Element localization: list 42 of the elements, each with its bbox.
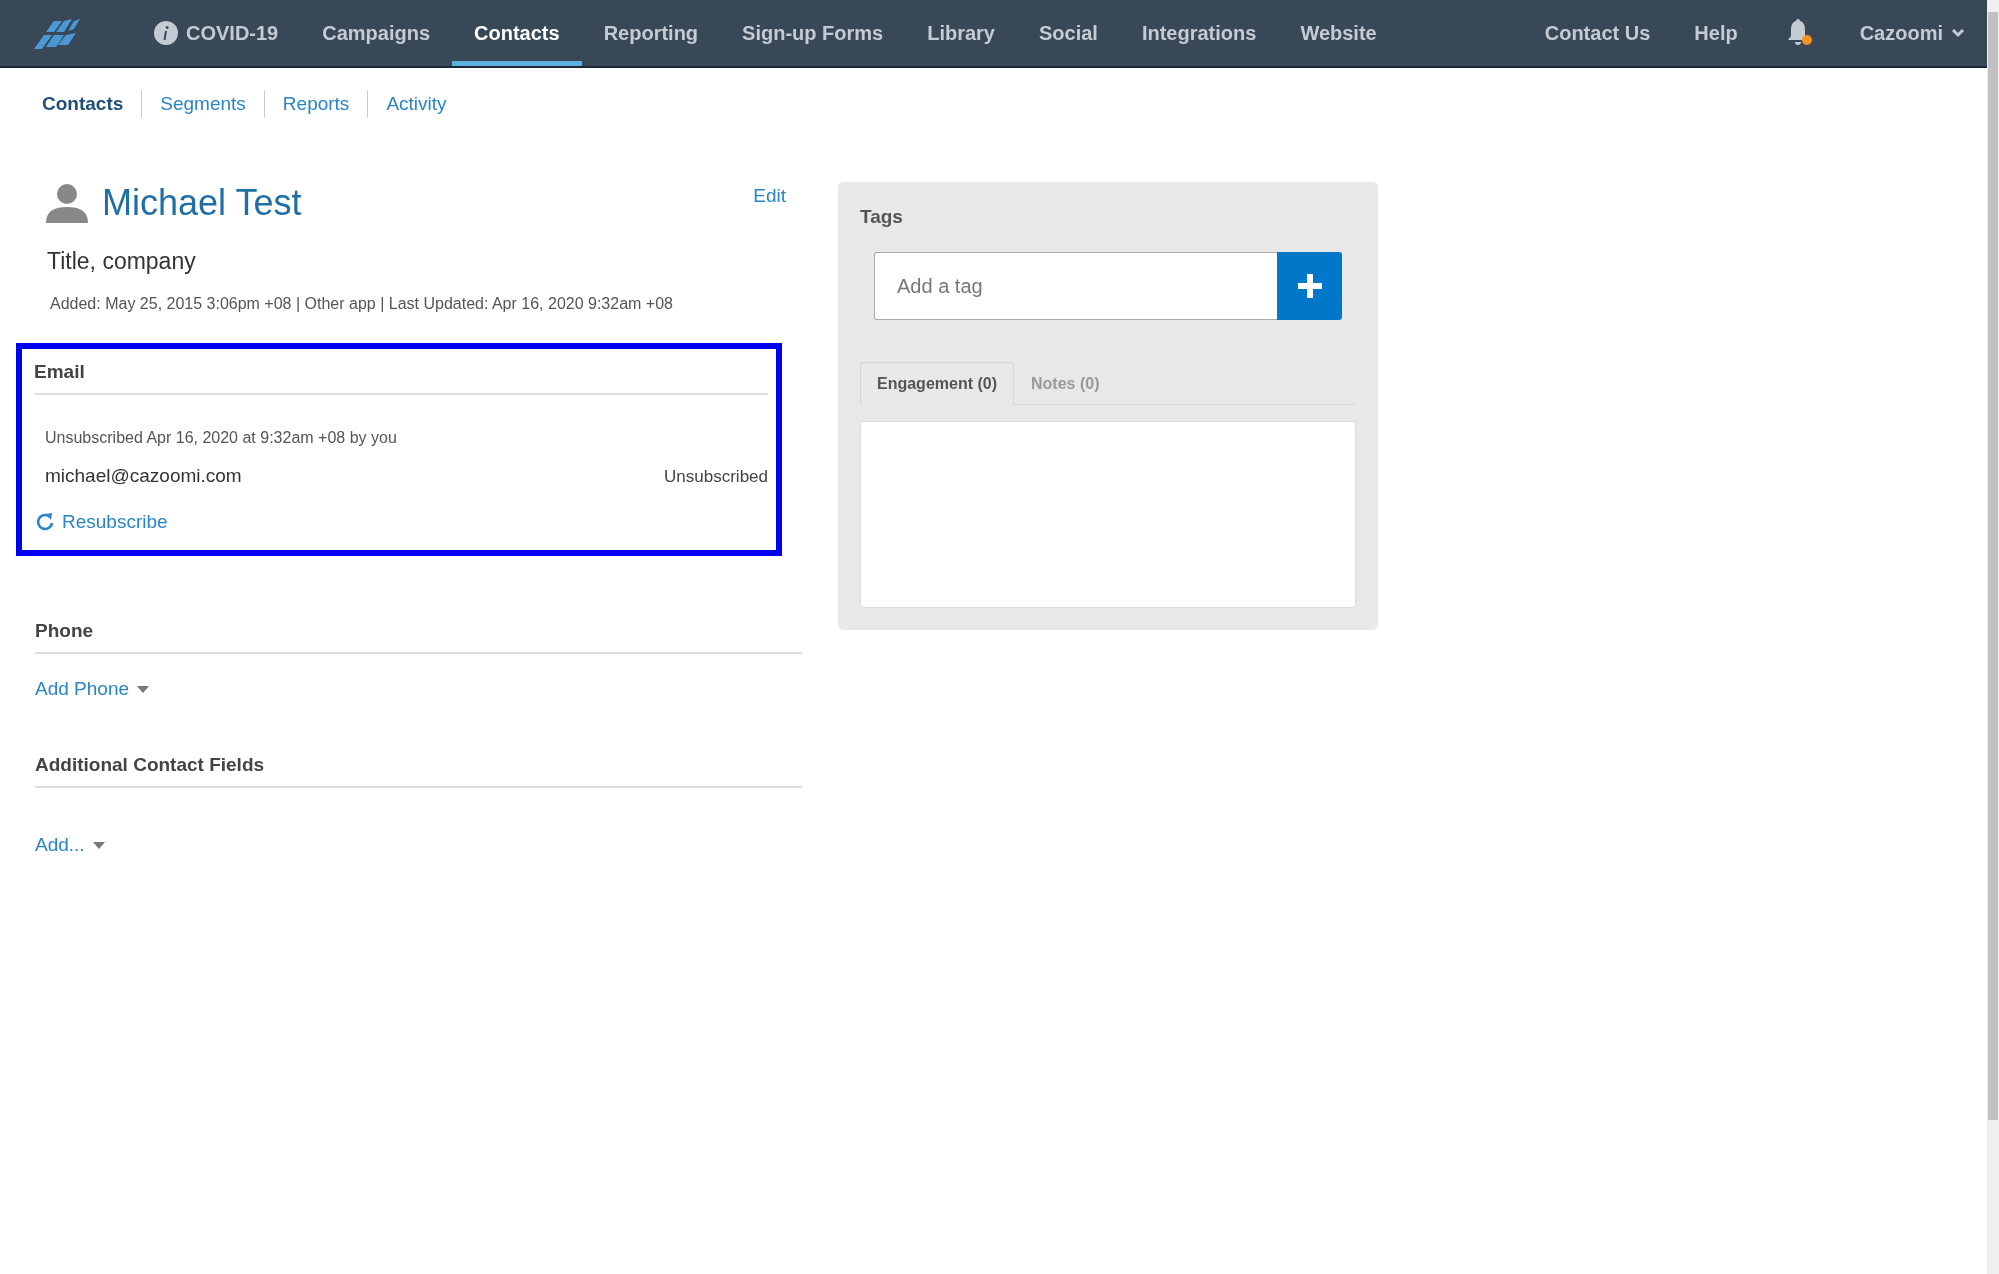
plus-icon — [1297, 274, 1322, 298]
nav-tab[interactable]: Library — [905, 0, 1017, 66]
subnav-tab[interactable]: Segments — [141, 90, 264, 118]
subnav-tab[interactable]: Activity — [367, 90, 465, 118]
info-icon — [154, 21, 178, 45]
section-heading: Phone — [35, 614, 802, 654]
unsubscribe-note: Unsubscribed Apr 16, 2020 at 9:32am +08 by you — [44, 428, 398, 447]
section-heading: Additional Contact Fields — [35, 748, 802, 788]
add-field-dropdown[interactable]: Add... — [35, 834, 105, 856]
nav-tab[interactable]: Contacts — [452, 0, 582, 66]
section-heading: Email — [34, 355, 768, 395]
edit-link[interactable]: Edit — [747, 184, 792, 208]
caret-icon — [92, 841, 105, 849]
nav-link[interactable]: Help — [1672, 0, 1760, 66]
email-status: Unsubscribed — [664, 467, 768, 487]
scrollbar-thumb[interactable] — [1988, 12, 1998, 1120]
refresh-icon — [36, 512, 54, 532]
subnav-tab[interactable]: Contacts — [30, 90, 142, 118]
nav-tab[interactable]: Reporting — [581, 0, 721, 66]
subnav-tab[interactable]: Reports — [263, 90, 368, 118]
contact-meta: Added: May 25, 2015 3:06pm +08 | Other app | Last Updated: Apr 16, 2020 9:32am +08 — [49, 294, 674, 313]
nav-tab[interactable]: Website — [1278, 0, 1399, 66]
nav-link[interactable]: Contact Us — [1522, 0, 1673, 66]
tag-input-field[interactable]: Add a tag — [874, 252, 1277, 320]
contact-name: Michael Test — [102, 182, 303, 224]
add-phone-dropdown[interactable]: Add Phone — [35, 678, 150, 700]
caret-icon — [137, 685, 150, 693]
nav-tab[interactable]: Sign-up Forms — [720, 0, 906, 66]
account-menu[interactable]: Cazoomi — [1837, 0, 1987, 66]
nav-tab[interactable]: Integrations — [1119, 0, 1279, 66]
panel-tab[interactable]: Engagement (0) — [860, 362, 1014, 405]
nav-tab[interactable]: Social — [1017, 0, 1120, 66]
person-icon — [44, 183, 90, 223]
resubscribe-link[interactable]: Resubscribe — [34, 511, 168, 533]
nav-tab[interactable]: COVID-19 — [132, 0, 301, 66]
nav-tab[interactable]: Campaigns — [300, 0, 453, 66]
panel-heading: Tags — [860, 206, 904, 228]
scrollbar[interactable] — [1987, 0, 1999, 1274]
chevron-down-icon — [1951, 28, 1965, 38]
add-tag-button[interactable] — [1277, 252, 1342, 320]
contact-subtitle: Title, company — [46, 247, 197, 275]
email-address: michael@cazoomi.com — [45, 465, 242, 487]
